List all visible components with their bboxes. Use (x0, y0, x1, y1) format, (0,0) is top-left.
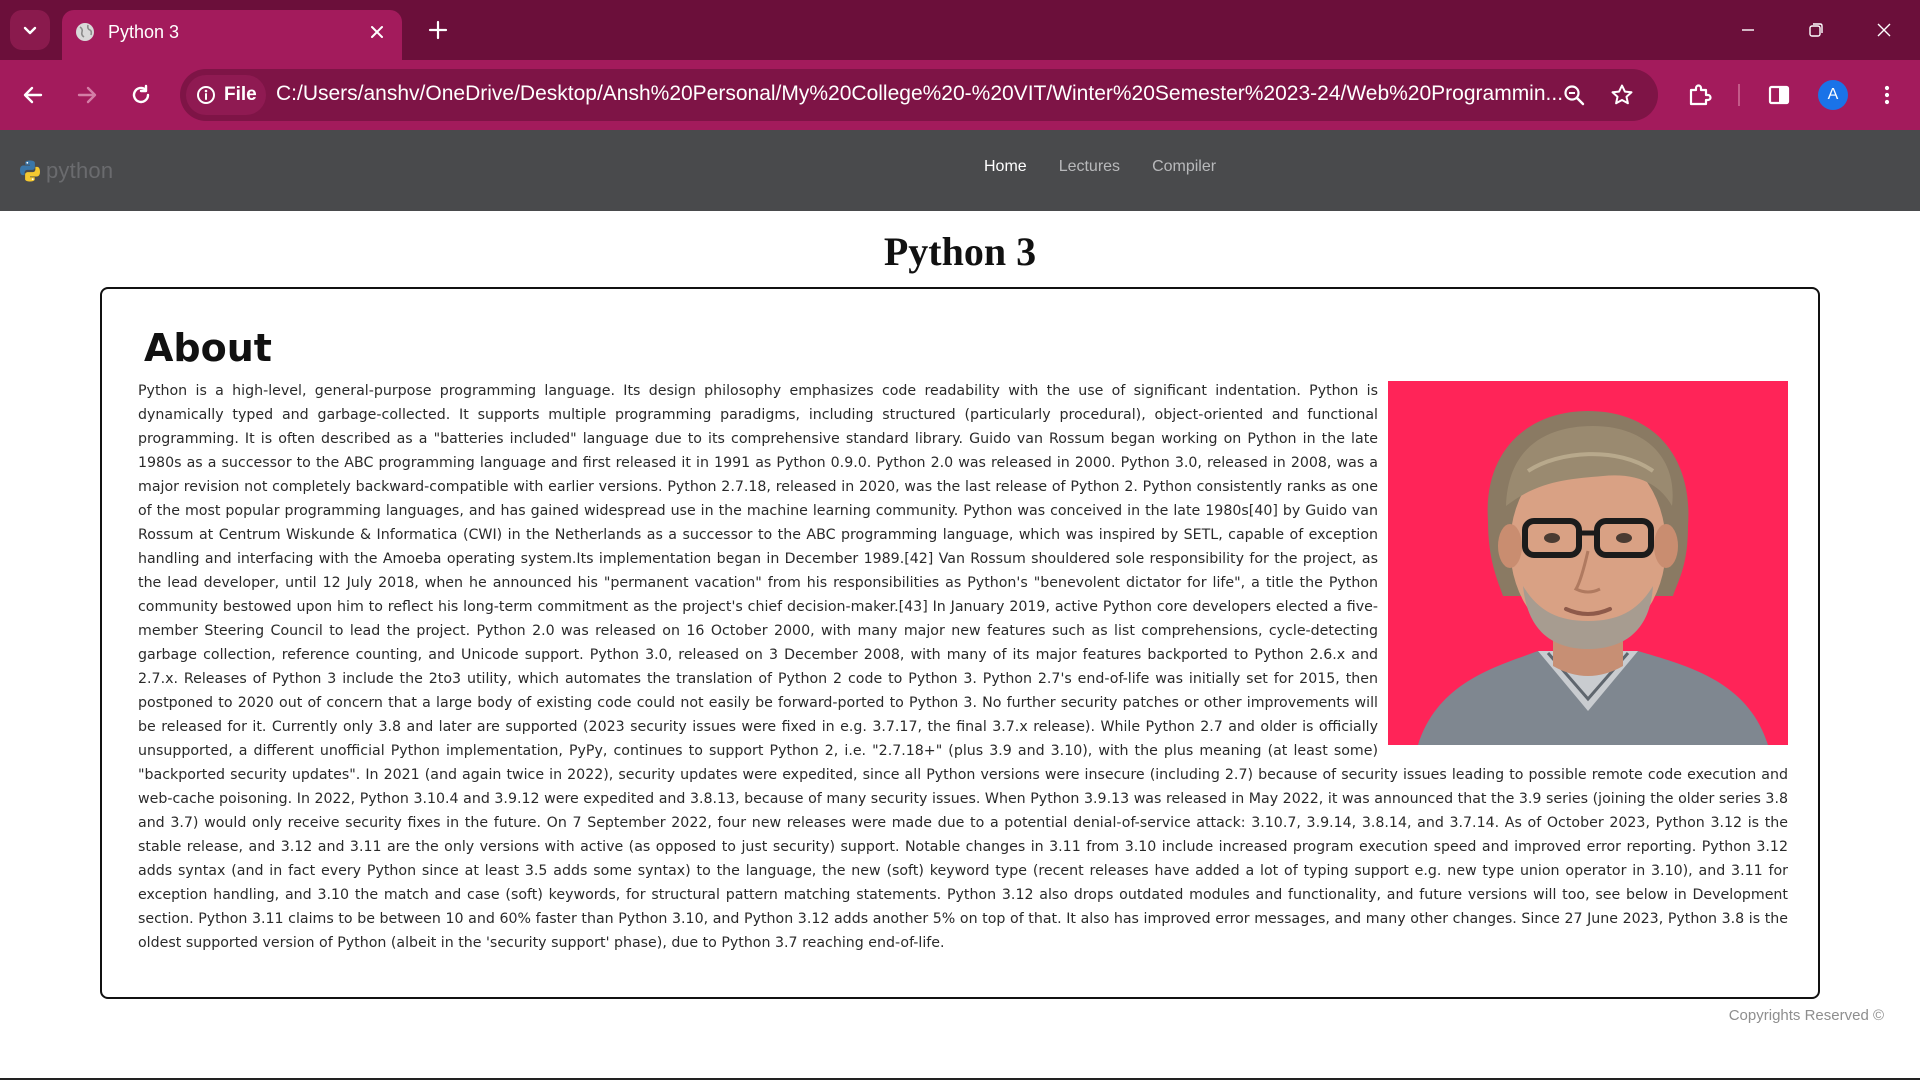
browser-toolbar: File C:/Users/anshv/OneDrive/Desktop/Ans… (0, 60, 1920, 130)
site-info-chip[interactable]: File (186, 75, 266, 115)
zoom-button[interactable] (1558, 79, 1590, 111)
brand-wordmark: python (46, 158, 114, 183)
brand-logo-link[interactable]: python (18, 158, 113, 184)
nav-home-link[interactable]: Home (984, 158, 1027, 176)
arrow-left-icon (23, 86, 43, 104)
tab-close-button[interactable] (364, 19, 390, 45)
chevron-down-icon (23, 26, 37, 35)
restore-icon (1809, 23, 1823, 37)
puzzle-icon (1689, 84, 1712, 106)
nav-lectures-link[interactable]: Lectures (1059, 158, 1120, 176)
restore-button[interactable] (1794, 8, 1838, 52)
footer-copyright: Copyrights Reserved © (1728, 1007, 1884, 1024)
bookmark-button[interactable] (1606, 79, 1638, 111)
page-title: Python 3 (883, 229, 1037, 274)
guido-van-rossum-photo (1388, 381, 1788, 745)
reload-icon (132, 84, 150, 104)
menu-button[interactable] (1866, 74, 1908, 116)
reload-button[interactable] (120, 74, 162, 116)
address-bar[interactable]: File C:/Users/anshv/OneDrive/Desktop/Ans… (180, 69, 1658, 121)
side-panel-button[interactable] (1758, 74, 1800, 116)
close-icon (371, 26, 383, 38)
site-navbar: python Home Lectures Compiler (0, 130, 1920, 211)
more-vertical-icon (1884, 85, 1890, 105)
main-nav: Home Lectures Compiler (984, 158, 1216, 176)
new-tab-button[interactable] (422, 14, 454, 46)
tab-search-button[interactable] (10, 10, 50, 50)
browser-tab-active[interactable]: Python 3 (62, 10, 402, 60)
minimize-icon (1742, 29, 1754, 31)
tab-title: Python 3 (108, 22, 180, 42)
forward-button[interactable] (66, 74, 108, 116)
close-window-button[interactable] (1862, 8, 1906, 52)
arrow-right-icon (77, 86, 97, 104)
toolbar-divider (1738, 84, 1740, 106)
browser-tabstrip: Python 3 (0, 0, 1920, 60)
star-icon (1611, 84, 1633, 105)
close-icon (1877, 23, 1891, 37)
nav-compiler-link[interactable]: Compiler (1152, 158, 1216, 176)
globe-icon (76, 23, 94, 41)
about-card: About Python is a high-level, general-pu… (100, 287, 1820, 999)
address-url[interactable]: C:/Users/anshv/OneDrive/Desktop/Ansh%20P… (276, 82, 1726, 106)
extensions-button[interactable] (1678, 74, 1720, 116)
minimize-button[interactable] (1726, 8, 1770, 52)
back-button[interactable] (12, 74, 54, 116)
side-panel-icon (1768, 85, 1790, 105)
zoom-icon (1564, 85, 1585, 106)
about-heading: About (144, 326, 272, 370)
python-logo-icon (20, 160, 40, 182)
info-icon (197, 86, 215, 104)
plus-icon (428, 20, 448, 40)
site-info-label: File (224, 84, 257, 105)
profile-avatar[interactable]: A (1818, 80, 1848, 110)
